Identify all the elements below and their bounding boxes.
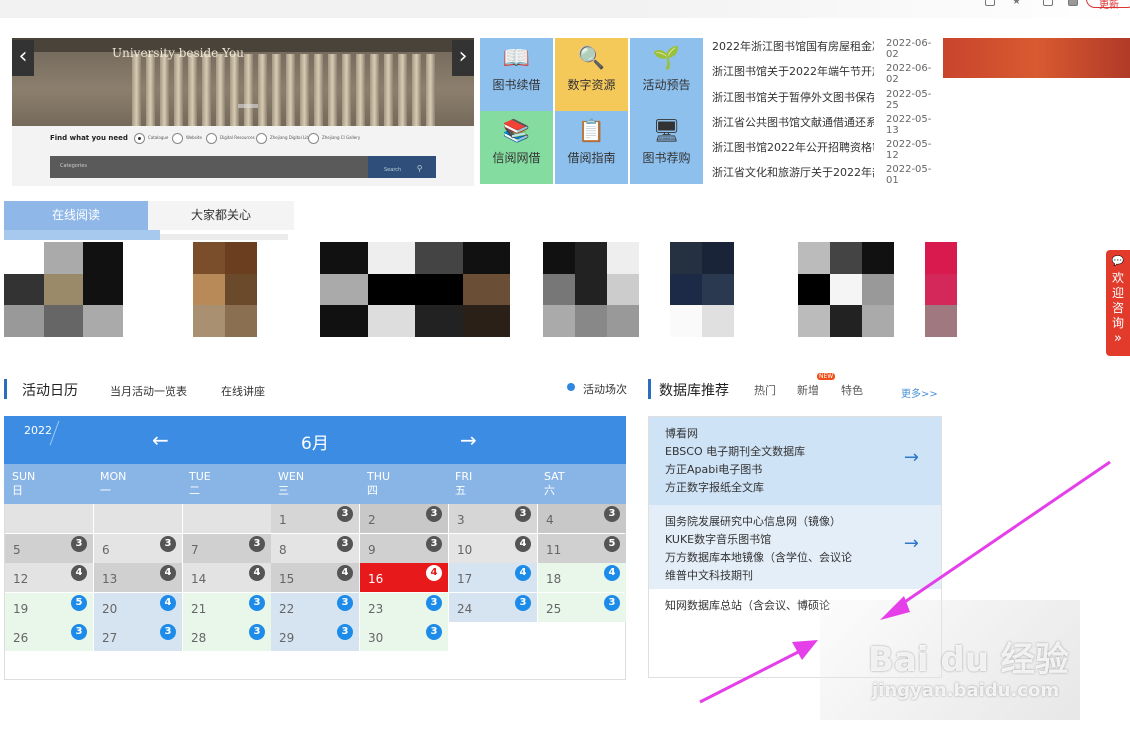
- consult-label: 欢迎咨询: [1112, 271, 1125, 330]
- annotation-arrow: [889, 460, 1111, 614]
- annotation-arrows: [699, 460, 1111, 704]
- chevron-right-icon: »: [1114, 331, 1122, 346]
- consult-float-button[interactable]: 💬 欢迎咨询 »: [1106, 250, 1130, 356]
- chat-icon: 💬: [1111, 256, 1125, 267]
- annotation-arrow: [699, 644, 811, 704]
